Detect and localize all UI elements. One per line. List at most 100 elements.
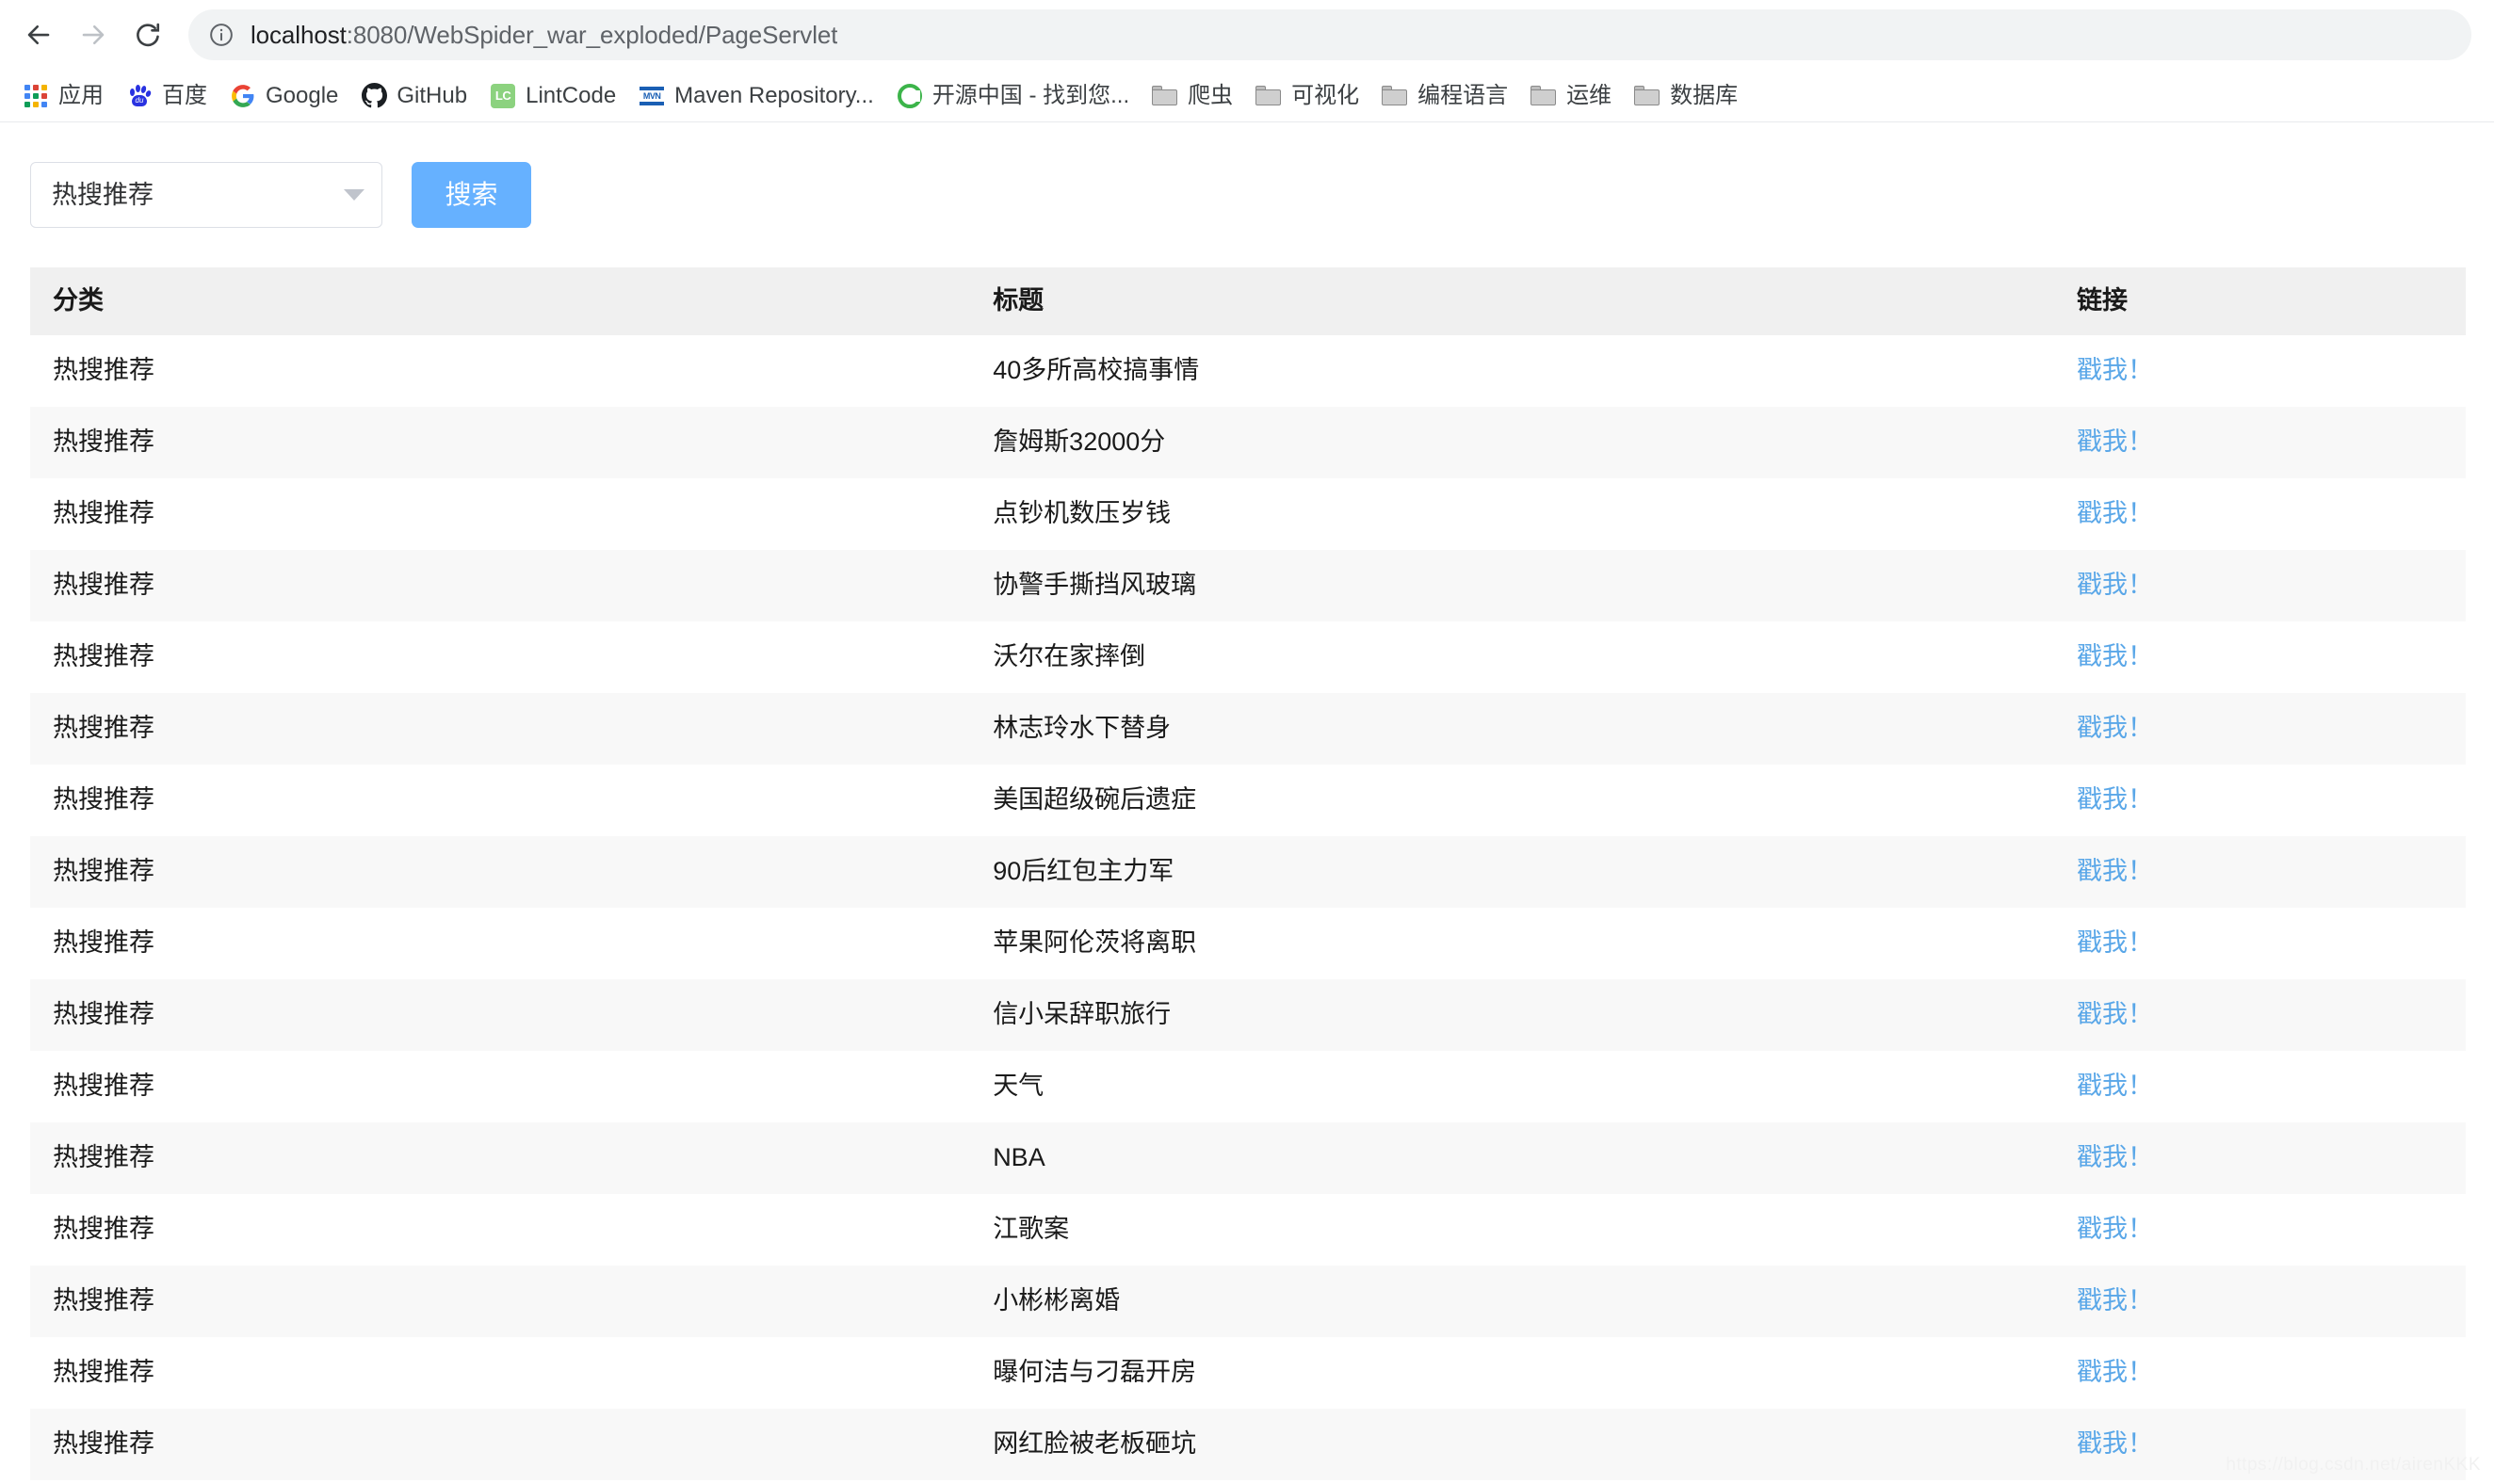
column-header-category[interactable]: 分类: [30, 267, 971, 335]
link-poke-me[interactable]: 戳我！: [2077, 1429, 2153, 1458]
cell-category: 热搜推荐: [53, 1285, 154, 1315]
link-poke-me[interactable]: 戳我！: [2077, 1215, 2153, 1243]
cell-link: 戳我！: [2054, 765, 2466, 836]
lintcode-icon: LC: [490, 83, 516, 109]
forward-button[interactable]: [66, 8, 121, 62]
cell-title: 美国超级碗后遗症: [993, 784, 1197, 814]
cell-link: 戳我！: [2054, 550, 2466, 621]
bookmark-label: Maven Repository...: [674, 82, 874, 108]
bookmark-folder-visualization[interactable]: 可视化: [1246, 75, 1368, 117]
oschina-icon: [897, 83, 923, 109]
column-header-link[interactable]: 链接: [2053, 267, 2466, 335]
cell-title: 信小呆辞职旅行: [993, 999, 1172, 1028]
bookmark-label: GitHub: [397, 82, 468, 108]
bookmark-github[interactable]: GitHub: [351, 75, 477, 117]
cell-category: 热搜推荐: [53, 427, 154, 456]
address-bar[interactable]: localhost:8080/WebSpider_war_exploded/Pa…: [188, 9, 2471, 60]
link-poke-me[interactable]: 戳我！: [2077, 356, 2153, 384]
table-row: 热搜推荐 协警手撕挡风玻璃 戳我！: [30, 549, 2466, 621]
cell-category: 热搜推荐: [53, 1142, 154, 1171]
search-button[interactable]: 搜索: [412, 162, 531, 228]
cell-category: 热搜推荐: [53, 641, 154, 670]
category-select[interactable]: 热搜推荐: [30, 162, 382, 228]
cell-link: 戳我！: [2054, 908, 2466, 979]
cell-category: 热搜推荐: [53, 1071, 154, 1100]
bookmark-lintcode[interactable]: LC LintCode: [480, 75, 625, 117]
cell-category: 热搜推荐: [53, 1428, 154, 1458]
link-poke-me[interactable]: 戳我！: [2077, 714, 2153, 742]
table-row: 热搜推荐 天气 戳我！: [30, 1050, 2466, 1122]
google-icon: [230, 83, 256, 109]
cell-category: 热搜推荐: [53, 856, 154, 885]
link-poke-me[interactable]: 戳我！: [2077, 642, 2153, 670]
cell-link: 戳我！: [2054, 1122, 2466, 1194]
cell-link: 戳我！: [2054, 1337, 2466, 1409]
bookmark-oschina[interactable]: 开源中国 - 找到您...: [887, 75, 1139, 117]
browser-chrome: localhost:8080/WebSpider_war_exploded/Pa…: [0, 0, 2494, 122]
link-poke-me[interactable]: 戳我！: [2077, 1286, 2153, 1315]
cell-category: 热搜推荐: [53, 784, 154, 814]
table-row: 热搜推荐 曝何洁与刁磊开房 戳我！: [30, 1336, 2466, 1409]
table-row: 热搜推荐 网红脸被老板砸坑 戳我！: [30, 1408, 2466, 1480]
search-controls: 热搜推荐 搜索: [0, 122, 2494, 228]
cell-title: 詹姆斯32000分: [993, 427, 1166, 456]
cell-title: 天气: [993, 1071, 1045, 1100]
table-row: 热搜推荐 信小呆辞职旅行 戳我！: [30, 978, 2466, 1051]
bookmark-maven-repository[interactable]: MVN Maven Repository...: [629, 75, 883, 117]
link-poke-me[interactable]: 戳我！: [2077, 427, 2153, 456]
link-poke-me[interactable]: 戳我！: [2077, 1000, 2153, 1028]
table-head: 分类 标题 链接: [30, 267, 2466, 335]
cell-category: 热搜推荐: [53, 999, 154, 1028]
column-header-title[interactable]: 标题: [970, 267, 2054, 335]
cell-title: 点钞机数压岁钱: [993, 498, 1172, 527]
bookmark-baidu[interactable]: 百度: [117, 75, 217, 117]
cell-link: 戳我！: [2054, 621, 2466, 693]
link-poke-me[interactable]: 戳我！: [2077, 785, 2153, 814]
cell-link: 戳我！: [2054, 1266, 2466, 1337]
folder-icon: [1382, 83, 1408, 109]
bookmarks-bar: 应用 百度 Google: [0, 70, 2494, 122]
link-poke-me[interactable]: 戳我！: [2077, 1072, 2153, 1100]
cell-category: 热搜推荐: [53, 928, 154, 957]
bookmark-label: 开源中国 - 找到您...: [931, 82, 1130, 108]
bookmark-google[interactable]: Google: [220, 75, 348, 117]
table-body: 热搜推荐 40多所高校搞事情 戳我！ 热搜推荐 詹姆斯32000分 戳我！ 热搜推荐 点钞机数…: [30, 334, 2466, 1480]
link-poke-me[interactable]: 戳我！: [2077, 928, 2153, 957]
reload-button[interactable]: [121, 8, 175, 62]
table-row: 热搜推荐 詹姆斯32000分 戳我！: [30, 406, 2466, 478]
table-row: 热搜推荐 点钞机数压岁钱 戳我！: [30, 477, 2466, 550]
cell-link: 戳我！: [2054, 407, 2466, 478]
back-arrow-icon: [24, 21, 53, 49]
cell-title: 苹果阿伦茨将离职: [993, 928, 1197, 957]
bookmark-folder-crawler[interactable]: 爬虫: [1142, 75, 1242, 117]
bookmark-label: 数据库: [1670, 82, 1739, 108]
back-button[interactable]: [11, 8, 66, 62]
link-poke-me[interactable]: 戳我！: [2077, 1358, 2153, 1386]
cell-link: 戳我！: [2054, 1409, 2466, 1480]
link-poke-me[interactable]: 戳我！: [2077, 1143, 2153, 1171]
info-circle-icon[interactable]: [207, 21, 235, 49]
bookmark-folder-operations[interactable]: 运维: [1521, 75, 1621, 117]
cell-title: 江歌案: [993, 1214, 1070, 1243]
cell-link: 戳我！: [2054, 836, 2466, 908]
results-table: 分类 标题 链接 热搜推荐 40多所高校搞事情 戳我！ 热搜推荐 詹姆斯32000分 戳我…: [30, 267, 2466, 1480]
maven-icon: MVN: [639, 83, 665, 109]
bookmark-folder-database[interactable]: 数据库: [1625, 75, 1747, 117]
bookmark-label: LintCode: [526, 82, 617, 108]
bookmark-label: 编程语言: [1417, 82, 1509, 108]
link-poke-me[interactable]: 戳我！: [2077, 571, 2153, 599]
bookmark-apps[interactable]: 应用: [13, 75, 113, 117]
cell-category: 热搜推荐: [53, 1357, 154, 1386]
bookmark-folder-programming-languages[interactable]: 编程语言: [1372, 75, 1517, 117]
cell-title: 40多所高校搞事情: [993, 355, 1200, 384]
table-row: 热搜推荐 美国超级碗后遗症 戳我！: [30, 764, 2466, 836]
url-host: localhost: [251, 20, 347, 49]
bookmark-label: 可视化: [1291, 82, 1360, 108]
cell-title: 90后红包主力军: [993, 856, 1174, 885]
baidu-icon: [126, 83, 153, 109]
link-poke-me[interactable]: 戳我！: [2077, 499, 2153, 527]
folder-icon: [1530, 83, 1557, 109]
bookmark-label: 运维: [1566, 82, 1612, 108]
link-poke-me[interactable]: 戳我！: [2077, 857, 2153, 885]
bookmark-label: Google: [266, 82, 339, 108]
